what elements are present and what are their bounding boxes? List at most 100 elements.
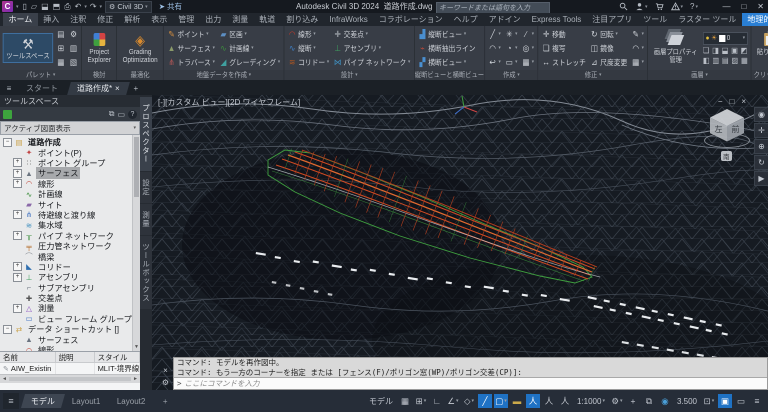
expand-plus-icon[interactable]: + bbox=[13, 168, 22, 178]
search-box[interactable]: キーワードまたは語句を入力 bbox=[436, 1, 550, 14]
steering-wheel-icon[interactable]: ◉ bbox=[754, 107, 768, 122]
expand-plus-icon[interactable]: + bbox=[13, 231, 22, 241]
toolspace-tab-ツールボックス[interactable]: ツールボックス bbox=[140, 235, 152, 309]
share-button[interactable]: ➤ 共有 bbox=[159, 1, 182, 12]
properties-palette-icon[interactable]: ▧ bbox=[69, 56, 79, 69]
tree-item-subassemblies[interactable]: ⌐ サブアセンブリ bbox=[0, 282, 140, 293]
zoom-icon[interactable]: ⊕ bbox=[754, 139, 768, 154]
ribbon-tab-注目アプリ[interactable]: 注目アプリ bbox=[587, 13, 638, 26]
parcel-menu[interactable]: ▰ 区画 ▾ bbox=[218, 28, 281, 41]
array-tool[interactable]: ▦ ▾ bbox=[631, 56, 645, 69]
survey-toggle-icon[interactable]: ▦ bbox=[56, 56, 66, 69]
help-icon[interactable]: ? bbox=[128, 109, 137, 119]
ellipse-tool[interactable]: ◎ ▾ bbox=[521, 42, 535, 55]
toolbox-toggle-icon[interactable]: ⚙ bbox=[69, 28, 79, 41]
panorama-icon[interactable]: ▭ bbox=[117, 110, 125, 119]
xline-tool[interactable]: ∕ ▾ bbox=[521, 28, 535, 41]
layer-tool-icon-1-4[interactable]: ▦ bbox=[741, 56, 748, 65]
corridor-menu[interactable]: ≋ コリドー ▾ bbox=[287, 56, 330, 69]
feature-line-menu[interactable]: ∿ 計画線 ▾ bbox=[218, 42, 281, 55]
grading-optimization-button[interactable]: ◈ Grading Optimization bbox=[120, 30, 160, 66]
profile-menu[interactable]: ∿ 縦断 ▾ bbox=[287, 42, 330, 55]
intersection-menu[interactable]: ✚ 交差点 ▾ bbox=[333, 28, 411, 41]
points-menu[interactable]: ✎ ポイント ▾ bbox=[167, 28, 216, 41]
toolspace-tab-設定[interactable]: 設定 bbox=[140, 171, 152, 203]
ribbon-tab-Express Tools[interactable]: Express Tools bbox=[526, 13, 587, 26]
new-file-icon[interactable]: ▯ bbox=[22, 1, 28, 12]
ribbon-tab-解析[interactable]: 解析 bbox=[119, 13, 146, 26]
layer-tool-icon-0-3[interactable]: ▣ bbox=[731, 46, 738, 55]
ribbon-tab-管理[interactable]: 管理 bbox=[173, 13, 200, 26]
design-panel-label[interactable]: 設計 ▾ bbox=[284, 70, 414, 80]
list-column-1[interactable]: 説明 bbox=[56, 352, 95, 362]
ribbon-tab-InfraWorks[interactable]: InfraWorks bbox=[324, 13, 374, 26]
app-logo-icon[interactable]: C bbox=[2, 1, 13, 12]
ribbon-tab-コラボレーション[interactable]: コラボレーション bbox=[373, 13, 448, 26]
layer-tool-icon-0-1[interactable]: ◨ bbox=[712, 46, 719, 55]
pline-tool[interactable]: ↩ ▾ bbox=[488, 56, 502, 69]
rotate-tool[interactable]: ↻ 回転 ▾ bbox=[589, 28, 628, 41]
line-tool[interactable]: ╱ ▾ bbox=[488, 28, 502, 41]
graphics-performance-toggle[interactable]: ▣ bbox=[718, 394, 732, 408]
viewport-controls-label[interactable]: [-][カスタム ビュー][2D ワイヤフレーム] bbox=[158, 97, 300, 108]
workspace-selector[interactable]: ⚙ Civil 3D ▾ bbox=[105, 0, 152, 13]
command-customize-icon[interactable]: ⚙ bbox=[162, 378, 169, 387]
expand-plus-icon[interactable]: + bbox=[13, 179, 22, 189]
app-menu-caret-icon[interactable]: ▾ bbox=[16, 4, 19, 10]
expand-minus-icon[interactable]: − bbox=[3, 137, 12, 147]
expand-minus-icon[interactable]: − bbox=[3, 324, 12, 334]
pan-icon[interactable]: ✛ bbox=[754, 123, 768, 138]
modify-panel-label[interactable]: 修正 ▾ bbox=[538, 70, 648, 80]
layer-tool-icon-1-0[interactable]: ◧ bbox=[703, 56, 710, 65]
vp-restore-button[interactable]: □ bbox=[729, 97, 734, 106]
toolspace-tab-測量[interactable]: 測量 bbox=[140, 203, 152, 235]
stretch-tool[interactable]: ↔ ストレッチ bbox=[541, 56, 586, 69]
ribbon-tab-ツール[interactable]: ツール bbox=[638, 13, 673, 26]
tree-item-turnouts-crossovers[interactable]: + ⋔ 待避線と渡り線 bbox=[0, 210, 140, 220]
maximize-button[interactable]: □ bbox=[741, 2, 746, 11]
panorama-toggle-icon[interactable]: ▥ bbox=[69, 42, 79, 55]
sign-in-icon-caret[interactable]: ▾ bbox=[645, 4, 648, 10]
expand-plus-icon[interactable]: + bbox=[13, 158, 22, 168]
erase-tool[interactable]: ✎ ▾ bbox=[631, 28, 645, 41]
command-input[interactable]: > ここにコマンドを入力 bbox=[174, 377, 767, 389]
expand-plus-icon[interactable]: + bbox=[13, 303, 22, 313]
isodraft-toggle[interactable]: ◇ ▾ bbox=[462, 394, 476, 408]
grading-menu[interactable]: ◢ グレーディング ▾ bbox=[218, 56, 281, 69]
redo-icon-caret[interactable]: ▾ bbox=[100, 4, 103, 10]
layout-tab-モデル[interactable]: モデル bbox=[20, 394, 66, 408]
layer-tool-icon-0-0[interactable]: ❏ bbox=[703, 46, 709, 55]
expand-plus-icon[interactable]: + bbox=[13, 210, 22, 220]
plot-icon[interactable]: ⎙ bbox=[63, 1, 71, 12]
surfaces-menu[interactable]: ▲ サーフェス ▾ bbox=[167, 42, 216, 55]
toolspace-button[interactable]: ⚒ ツールスペース bbox=[2, 33, 54, 63]
search-icon[interactable] bbox=[619, 2, 628, 11]
traverse-menu[interactable]: ⋔ トラバース ▾ bbox=[167, 56, 216, 69]
ortho-toggle[interactable]: ∟ bbox=[430, 394, 444, 408]
help-icon-caret[interactable]: ▾ bbox=[695, 4, 698, 10]
help-icon[interactable]: ? ▾ bbox=[690, 2, 698, 11]
scale-tool[interactable]: ⊿ 尺度変更 bbox=[589, 56, 628, 69]
toolspace-tab-プロスペクター[interactable]: プロスペクター bbox=[140, 97, 152, 171]
undo-icon[interactable]: ↶ bbox=[74, 1, 83, 12]
new-drawing-tab-button[interactable]: + bbox=[130, 82, 142, 95]
geolocation-indicator[interactable]: ◉ bbox=[658, 394, 672, 408]
lineweight-toggle[interactable]: ▬ bbox=[510, 394, 524, 408]
layout-menu-icon[interactable]: ≡ bbox=[3, 393, 19, 409]
circle-tool[interactable]: ◔ ▾ bbox=[504, 42, 518, 55]
layer-freeze-icon[interactable]: ☀ bbox=[711, 34, 717, 42]
showmotion-icon[interactable]: ▶ bbox=[754, 171, 768, 186]
model-space-label[interactable]: モデル bbox=[366, 396, 396, 407]
layer-combo[interactable]: ● ☀ 0 ▾ bbox=[702, 31, 748, 45]
polar-tracking-toggle[interactable]: ∠ ▾ bbox=[446, 394, 460, 408]
app-store-icon[interactable] bbox=[655, 2, 664, 11]
layers-panel-label[interactable]: 画層 ▾ bbox=[648, 70, 751, 80]
lineweight-value[interactable]: 3.500 bbox=[674, 397, 700, 406]
section-views-menu[interactable]: ▞ 横断ビュー ▾ bbox=[417, 56, 476, 69]
annotation-monitor[interactable]: + bbox=[626, 394, 640, 408]
project-explorer-button[interactable]: Project Explorer bbox=[85, 30, 114, 66]
rectangle-tool[interactable]: ▭ ▾ bbox=[504, 56, 518, 69]
tree-item-pressure-networks[interactable]: ╤ 圧力管ネットワーク bbox=[0, 241, 140, 252]
snap-toggle[interactable]: ⊞ ▾ bbox=[414, 394, 428, 408]
command-close-icon[interactable]: × bbox=[163, 366, 168, 375]
